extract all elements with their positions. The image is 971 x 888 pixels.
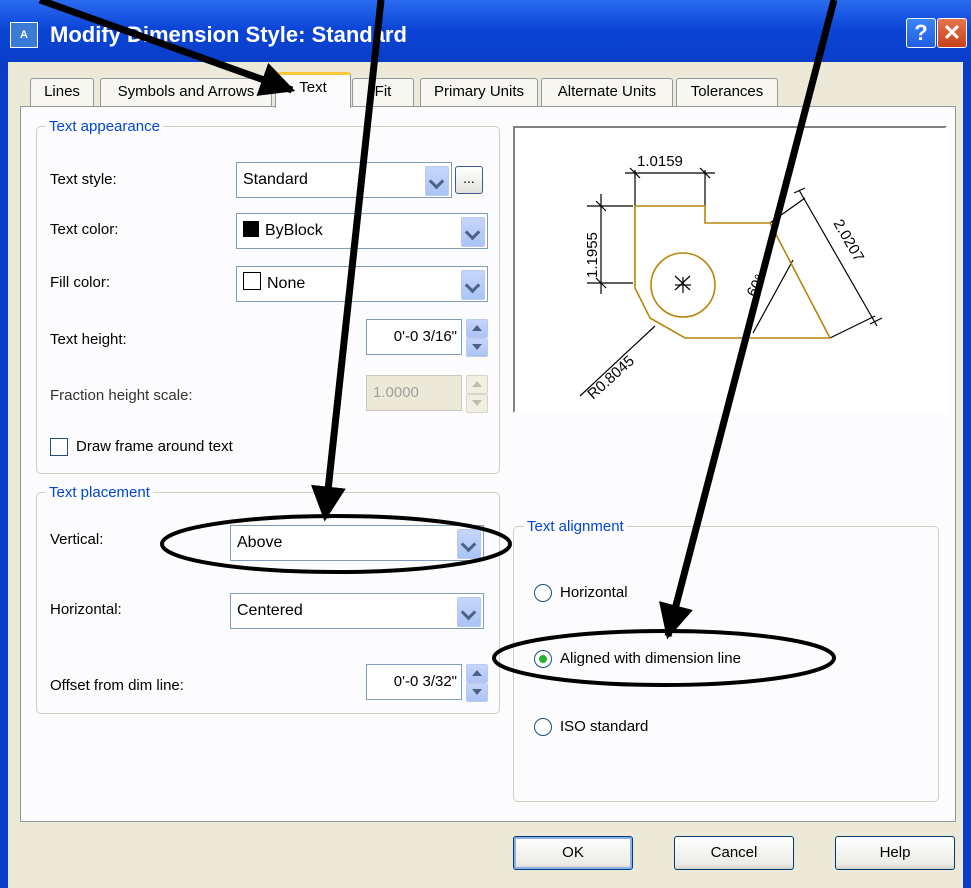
tab-tolerances[interactable]: Tolerances bbox=[676, 78, 778, 106]
tab-text[interactable]: Text bbox=[275, 72, 351, 108]
tab-symbols-and-arrows[interactable]: Symbols and Arrows bbox=[100, 78, 272, 106]
text-height-input[interactable]: 0'-0 3/16" bbox=[366, 319, 462, 355]
close-icon[interactable]: ✕ bbox=[937, 18, 967, 48]
text-style-browse-button[interactable]: ... bbox=[455, 166, 483, 194]
dimension-preview: 1.0159 1.1955 2.0207 60° R0.8045 bbox=[513, 126, 947, 413]
chevron-down-icon bbox=[425, 166, 449, 196]
tab-primary-units[interactable]: Primary Units bbox=[420, 78, 538, 106]
text-height-spinner[interactable] bbox=[466, 319, 488, 357]
text-placement-legend: Text placement bbox=[46, 484, 153, 502]
vertical-value: Above bbox=[237, 534, 283, 551]
dim-top-label: 1.0159 bbox=[637, 153, 683, 170]
text-style-label: Text style: bbox=[50, 171, 117, 188]
horizontal-value: Centered bbox=[237, 602, 303, 619]
radio-iso-standard[interactable] bbox=[534, 718, 552, 736]
autocad-icon: A bbox=[10, 22, 38, 48]
vertical-label: Vertical: bbox=[50, 531, 104, 548]
spin-down-icon[interactable] bbox=[466, 683, 488, 702]
text-style-value: Standard bbox=[243, 171, 308, 188]
cancel-button[interactable]: Cancel bbox=[674, 836, 794, 870]
tab-alternate-units[interactable]: Alternate Units bbox=[541, 78, 673, 106]
offset-from-dim-line-label: Offset from dim line: bbox=[50, 677, 184, 694]
spin-up-icon[interactable] bbox=[466, 319, 488, 338]
chevron-down-icon bbox=[457, 529, 481, 559]
offset-from-dim-line-input[interactable]: 0'-0 3/32" bbox=[366, 664, 462, 700]
tab-lines[interactable]: Lines bbox=[30, 78, 94, 106]
dim-slant-label: 2.0207 bbox=[830, 217, 868, 265]
window-title: Modify Dimension Style: Standard bbox=[50, 22, 407, 47]
radio-aligned-with-dimension-line[interactable] bbox=[534, 650, 552, 668]
radio-horizontal-label[interactable]: Horizontal bbox=[560, 583, 628, 603]
spin-up-icon[interactable] bbox=[466, 375, 488, 394]
text-color-label: Text color: bbox=[50, 221, 119, 238]
help-button[interactable]: Help bbox=[835, 836, 955, 870]
text-appearance-legend: Text appearance bbox=[46, 118, 163, 136]
fraction-height-scale-spinner[interactable] bbox=[466, 375, 488, 413]
radio-aligned-label[interactable]: Aligned with dimension line bbox=[560, 649, 741, 669]
draw-frame-checkbox[interactable] bbox=[50, 438, 68, 456]
spin-up-icon[interactable] bbox=[466, 664, 488, 683]
tab-fit[interactable]: Fit bbox=[352, 78, 414, 106]
help-icon[interactable]: ? bbox=[906, 18, 936, 48]
fraction-height-scale-label: Fraction height scale: bbox=[50, 387, 193, 404]
chevron-down-icon bbox=[461, 270, 485, 300]
text-height-label: Text height: bbox=[50, 331, 127, 348]
color-swatch bbox=[243, 221, 259, 237]
text-alignment-legend: Text alignment bbox=[524, 518, 627, 536]
spin-down-icon[interactable] bbox=[466, 394, 488, 413]
draw-frame-label[interactable]: Draw frame around text bbox=[76, 437, 233, 457]
text-style-dropdown[interactable]: Standard bbox=[236, 162, 452, 198]
dim-radius-label: R0.8045 bbox=[584, 352, 638, 403]
offset-spinner[interactable] bbox=[466, 664, 488, 702]
fill-color-dropdown[interactable]: None bbox=[236, 266, 488, 302]
ok-button[interactable]: OK bbox=[513, 836, 633, 870]
chevron-down-icon bbox=[461, 217, 485, 247]
vertical-dropdown[interactable]: Above bbox=[230, 525, 484, 561]
horizontal-dropdown[interactable]: Centered bbox=[230, 593, 484, 629]
radio-iso-standard-label[interactable]: ISO standard bbox=[560, 717, 648, 737]
horizontal-label: Horizontal: bbox=[50, 601, 122, 618]
spin-down-icon[interactable] bbox=[466, 338, 488, 357]
text-color-value: ByBlock bbox=[265, 222, 323, 239]
text-color-dropdown[interactable]: ByBlock bbox=[236, 213, 488, 249]
dim-angle-label: 60° bbox=[744, 272, 770, 300]
fill-color-value: None bbox=[267, 275, 306, 292]
dim-left-label: 1.1955 bbox=[584, 232, 601, 278]
chevron-down-icon bbox=[457, 597, 481, 627]
fraction-height-scale-input[interactable]: 1.0000 bbox=[366, 375, 462, 411]
radio-horizontal[interactable] bbox=[534, 584, 552, 602]
fill-color-label: Fill color: bbox=[50, 274, 111, 291]
color-swatch bbox=[243, 272, 261, 290]
